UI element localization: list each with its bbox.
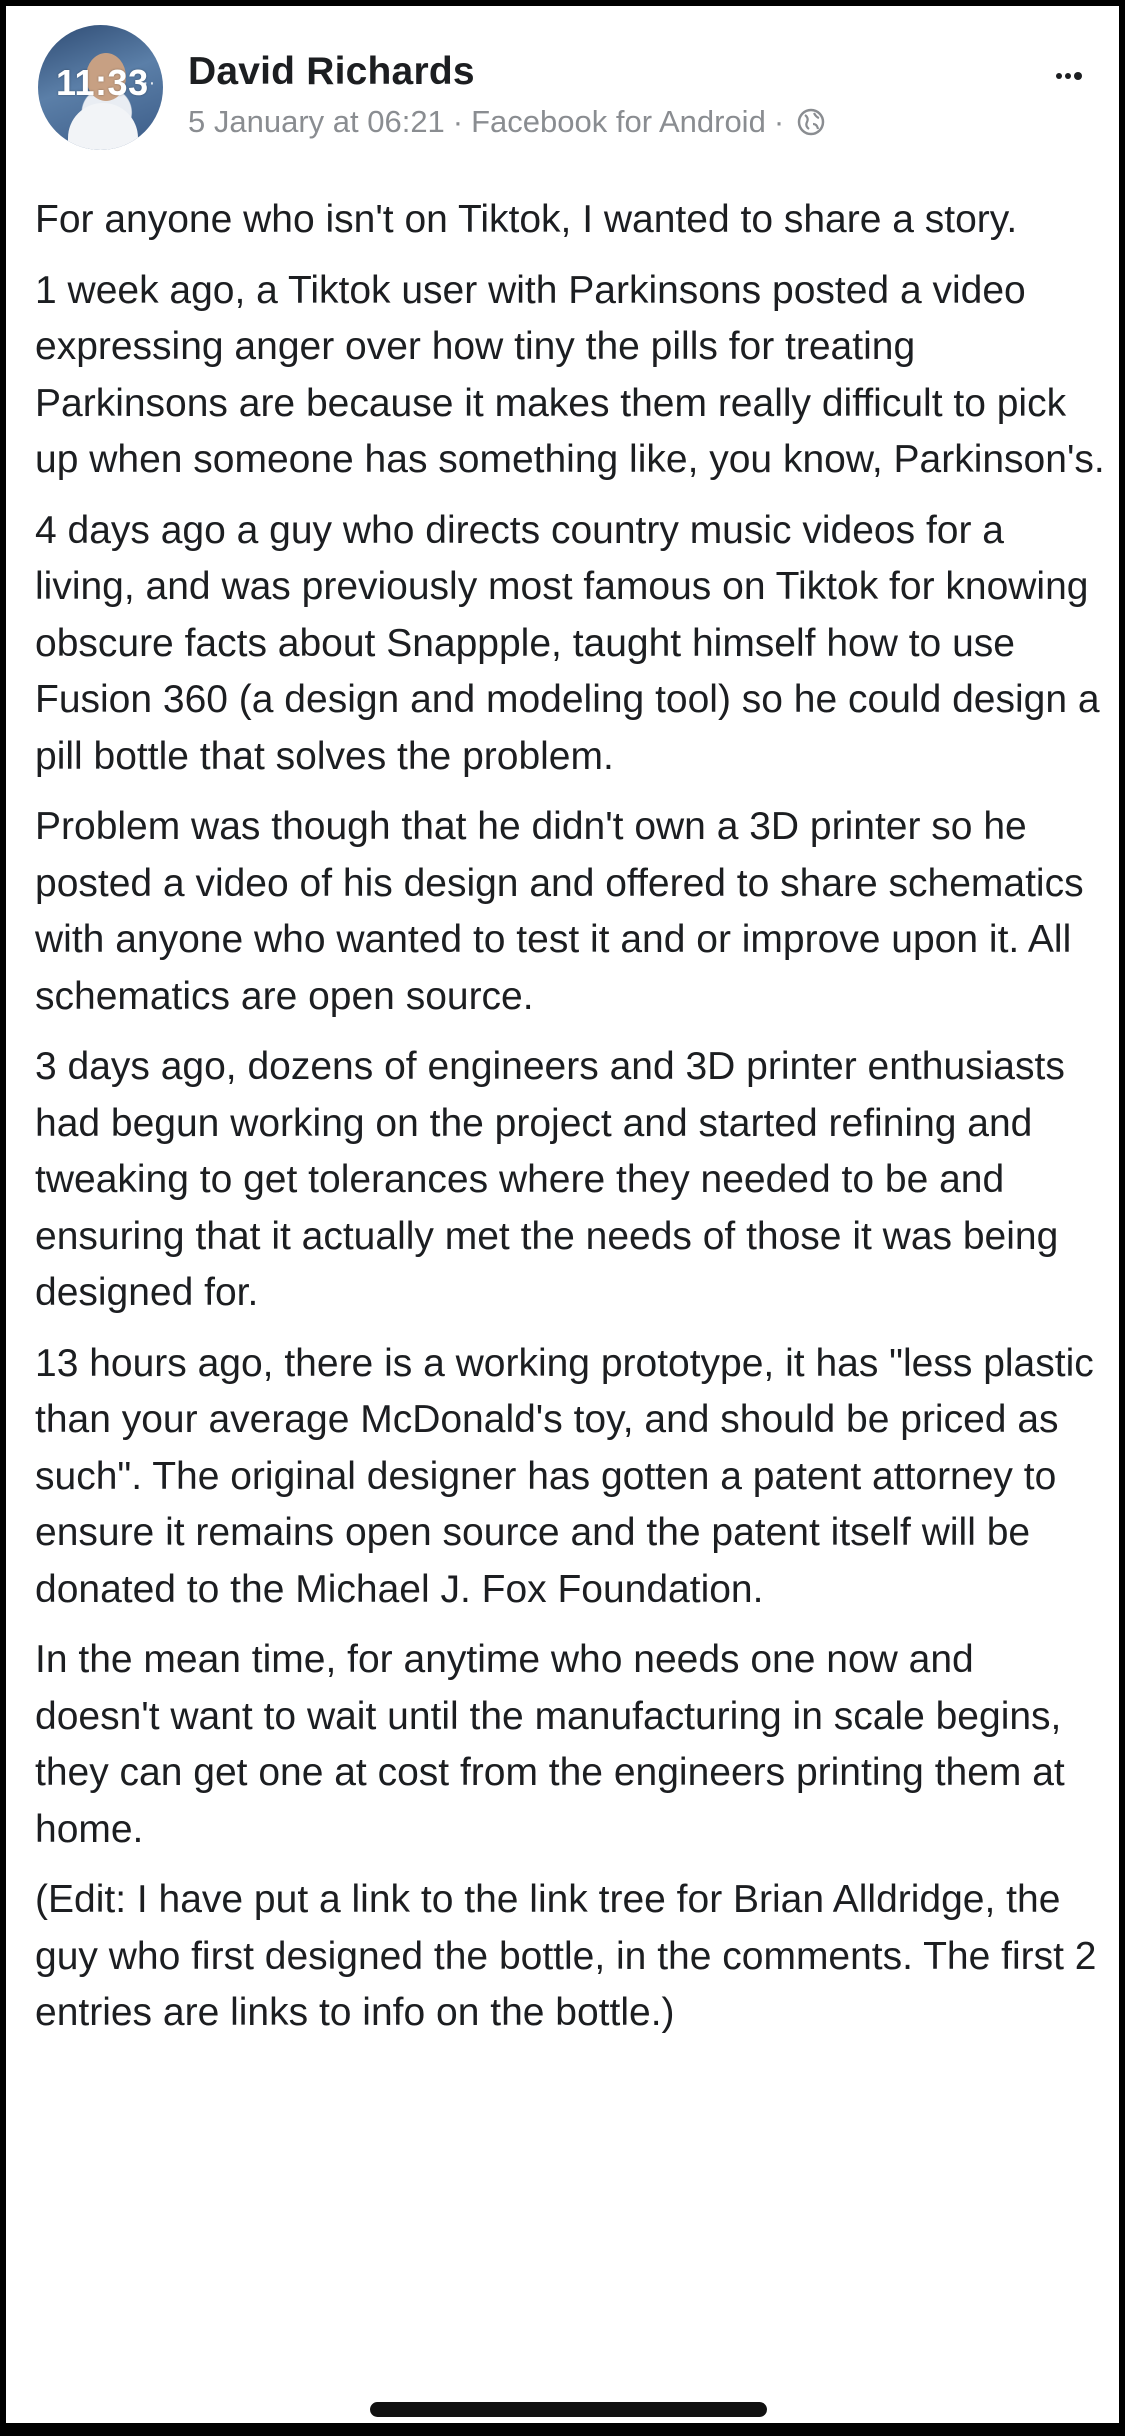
post-paragraph: In the mean time, for anytime who needs … — [35, 1638, 1065, 1851]
post-paragraph: 13 hours ago, there is a working prototy… — [35, 1341, 1094, 1611]
meta-separator: · — [452, 104, 464, 139]
status-bar-time: 11:33 — [56, 62, 149, 103]
post-app: Facebook for Android — [471, 104, 766, 139]
post-date[interactable]: 5 January at 06:21 — [188, 104, 445, 140]
home-indicator[interactable] — [370, 2402, 767, 2417]
author-name[interactable]: David Richards — [188, 50, 475, 94]
post-paragraph: (Edit: I have put a link to the link tre… — [35, 1878, 1097, 2034]
post-paragraph: 1 week ago, a Tiktok user with Parkinson… — [35, 268, 1105, 482]
avatar-shirt — [68, 103, 138, 150]
post-paragraph: 3 days ago, dozens of engineers and 3D p… — [35, 1045, 1065, 1314]
more-options-icon[interactable] — [1056, 72, 1082, 80]
globe-icon — [796, 107, 826, 137]
screenshot-frame: 11:33 ·· · David Richards 5 January at 0… — [0, 0, 1125, 2436]
post-paragraph: For anyone who isn't on Tiktok, I wanted… — [35, 198, 1018, 241]
status-bar-dots: ·· · — [142, 72, 168, 94]
post-meta: 5 January at 06:21 · Facebook for Androi… — [188, 104, 826, 140]
post-paragraph: Problem was though that he didn't own a … — [35, 805, 1084, 1018]
facebook-post-card: 11:33 ·· · David Richards 5 January at 0… — [6, 6, 1119, 2423]
post-body: For anyone who isn't on Tiktok, I wanted… — [35, 192, 1105, 2056]
meta-separator: · — [773, 104, 785, 139]
post-paragraph: 4 days ago a guy who directs country mus… — [35, 508, 1100, 778]
